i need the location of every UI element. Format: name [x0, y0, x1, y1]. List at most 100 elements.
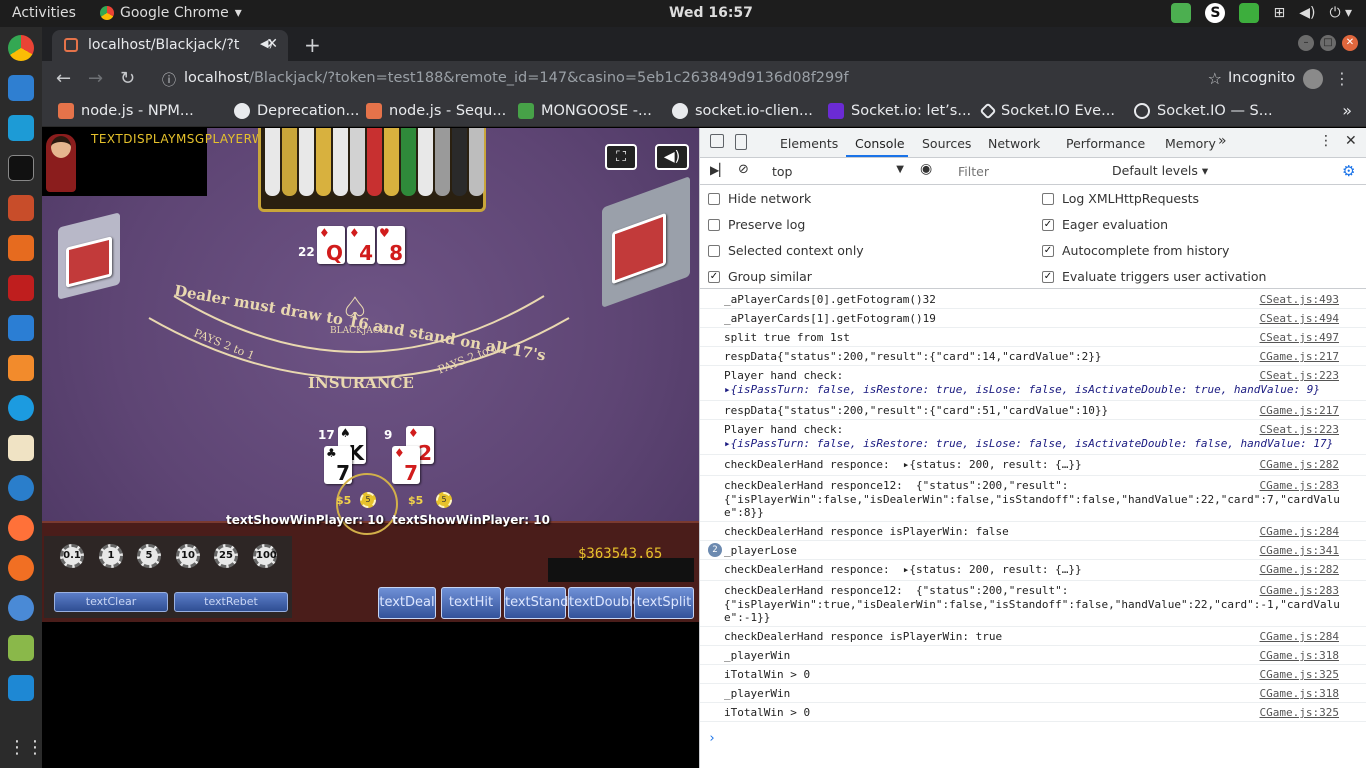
checkbox[interactable] [708, 192, 720, 205]
compass-icon[interactable] [8, 555, 34, 581]
inspect-element-icon[interactable] [710, 134, 724, 148]
tab-memory[interactable]: Memory [1165, 136, 1216, 151]
source-link[interactable]: CGame.js:283 [1260, 479, 1339, 492]
expandable-object[interactable]: ▸{isPassTurn: false, isRestore: true, is… [724, 383, 1320, 396]
clear-button[interactable]: textClear [54, 592, 168, 612]
maximize-icon[interactable]: □ [1320, 35, 1336, 51]
tab-console[interactable]: Console [855, 136, 905, 151]
checkbox-checked[interactable]: ✓ [1042, 270, 1054, 283]
source-link[interactable]: CGame.js:282 [1260, 563, 1339, 576]
console-settings-gear-icon[interactable]: ⚙ [1342, 162, 1355, 180]
skype-launcher-icon[interactable] [8, 395, 34, 421]
more-tabs-icon[interactable]: » [1218, 133, 1227, 149]
close-devtools-icon[interactable]: ✕ [1345, 133, 1357, 149]
source-link[interactable]: CGame.js:325 [1260, 668, 1339, 681]
source-link[interactable]: CSeat.js:493 [1260, 293, 1339, 306]
software-center-icon[interactable] [8, 235, 34, 261]
rebet-button[interactable]: textRebet [174, 592, 288, 612]
hangouts-icon[interactable] [1171, 3, 1192, 23]
fullscreen-icon[interactable]: ⛶ [605, 144, 637, 170]
bookmark-item[interactable]: Deprecation... [234, 103, 359, 119]
source-link[interactable]: CGame.js:318 [1260, 687, 1339, 700]
files-icon[interactable] [8, 195, 34, 221]
archive-manager-icon[interactable] [8, 635, 34, 661]
option-preserve-log[interactable]: Preserve log [708, 217, 805, 232]
activities-button[interactable]: Activities [12, 5, 76, 21]
clock[interactable]: Wed 16:57 [669, 5, 753, 21]
tab-elements[interactable]: Elements [780, 136, 838, 151]
vscode-icon[interactable] [8, 675, 34, 701]
chip-0-1[interactable]: 0.1 [60, 544, 84, 568]
clear-console-icon[interactable]: ⊘ [738, 162, 749, 177]
postman-icon[interactable] [8, 475, 34, 501]
option-log-xhr[interactable]: Log XMLHttpRequests [1042, 191, 1199, 206]
site-info-icon[interactable]: ⓘ [162, 70, 176, 90]
console-output[interactable]: _aPlayerCards[0].getFotogram()32 CSeat.js… [700, 290, 1366, 768]
option-eager-evaluation[interactable]: ✓ Eager evaluation [1042, 217, 1168, 232]
app-menu[interactable]: Google Chrome ▾ [100, 5, 242, 21]
chrome-launcher-icon[interactable] [8, 35, 34, 61]
chip-5[interactable]: 5 [137, 544, 161, 568]
source-link[interactable]: CGame.js:284 [1260, 525, 1339, 538]
chip-25[interactable]: 25 [214, 544, 238, 568]
source-link[interactable]: CSeat.js:494 [1260, 312, 1339, 325]
show-apps-icon[interactable]: ⋮⋮ [8, 737, 44, 763]
option-hide-network[interactable]: Hide network [708, 191, 811, 206]
split-button[interactable]: textSplit [634, 587, 694, 619]
stand-button[interactable]: textStand [504, 587, 568, 619]
bookmarks-overflow-icon[interactable]: » [1342, 101, 1352, 120]
sublime-icon[interactable] [8, 355, 34, 381]
terminal-icon[interactable] [8, 155, 34, 181]
minimize-icon[interactable]: – [1298, 35, 1314, 51]
bookmark-item[interactable]: socket.io-clien... [672, 103, 813, 119]
skype-icon[interactable]: S [1205, 3, 1226, 23]
option-group-similar[interactable]: ✓ Group similar [708, 269, 812, 284]
option-selected-context[interactable]: Selected context only [708, 243, 864, 258]
source-link[interactable]: CSeat.js:223 [1260, 369, 1339, 382]
source-link[interactable]: CGame.js:283 [1260, 584, 1339, 597]
firefox-icon[interactable] [8, 515, 34, 541]
url-text[interactable]: localhost/Blackjack/?token=test188&remot… [184, 70, 849, 86]
game-canvas[interactable]: TEXTDISPLAYMSGPLAYERWIN ⛶ ◀) 22 ♦ Q ♦ 4 ♥ 8… [42, 128, 699, 768]
browser-tab[interactable]: localhost/Blackjack/?t ◀) ✕ [52, 30, 288, 61]
back-icon[interactable]: ← [56, 68, 71, 89]
source-link[interactable]: CGame.js:282 [1260, 458, 1339, 471]
deal-button[interactable]: textDeal [378, 587, 436, 619]
bookmark-item[interactable]: MONGOOSE -... [518, 103, 652, 119]
chip-10[interactable]: 10 [176, 544, 200, 568]
incognito-icon[interactable] [1303, 69, 1323, 89]
live-expression-eye-icon[interactable]: ◉ [920, 161, 932, 177]
update-icon[interactable] [1239, 3, 1260, 23]
bookmark-star-icon[interactable]: ☆ [1208, 69, 1222, 88]
forward-icon[interactable]: → [88, 68, 103, 89]
expandable-object[interactable]: ▸{isPassTurn: false, isRestore: true, is… [724, 437, 1333, 450]
bookmark-item[interactable]: Socket.IO — S... [1134, 103, 1273, 119]
sidebar-toggle-icon[interactable]: ▶▏ [710, 163, 728, 177]
power-icon[interactable]: ⏻ ▾ [1329, 5, 1352, 21]
chip-100[interactable]: 100 [253, 544, 277, 568]
close-tab-icon[interactable]: ✕ [266, 36, 278, 52]
devtools-menu-icon[interactable]: ⋮ [1319, 133, 1333, 149]
checkbox[interactable] [708, 218, 720, 231]
bookmark-item[interactable]: Socket.io: let’s... [828, 103, 971, 119]
source-link[interactable]: CSeat.js:223 [1260, 423, 1339, 436]
context-selector[interactable]: top ▼ [764, 161, 904, 181]
tab-network[interactable]: Network [988, 136, 1040, 151]
chip-1[interactable]: 1 [99, 544, 123, 568]
filezilla-icon[interactable] [8, 275, 34, 301]
checkbox[interactable] [708, 244, 720, 257]
speaker-icon[interactable]: ◀) [655, 144, 689, 170]
window-close-icon[interactable]: ✕ [1342, 35, 1358, 51]
volume-icon[interactable]: ◀) [1299, 5, 1315, 21]
log-levels-dropdown[interactable]: Default levels ▾ [1112, 163, 1208, 178]
bookmark-item[interactable]: node.js - NPM... [58, 103, 194, 119]
tab-performance[interactable]: Performance [1066, 136, 1145, 151]
checkbox-checked[interactable]: ✓ [1042, 244, 1054, 257]
network-icon[interactable]: ⊞ [1273, 5, 1285, 21]
option-autocomplete-history[interactable]: ✓ Autocomplete from history [1042, 243, 1229, 258]
document-viewer-icon[interactable] [8, 315, 34, 341]
source-link[interactable]: CGame.js:318 [1260, 649, 1339, 662]
source-link[interactable]: CGame.js:325 [1260, 706, 1339, 719]
hit-button[interactable]: textHit [441, 587, 501, 619]
option-evaluate-triggers[interactable]: ✓ Evaluate triggers user activation [1042, 269, 1266, 284]
